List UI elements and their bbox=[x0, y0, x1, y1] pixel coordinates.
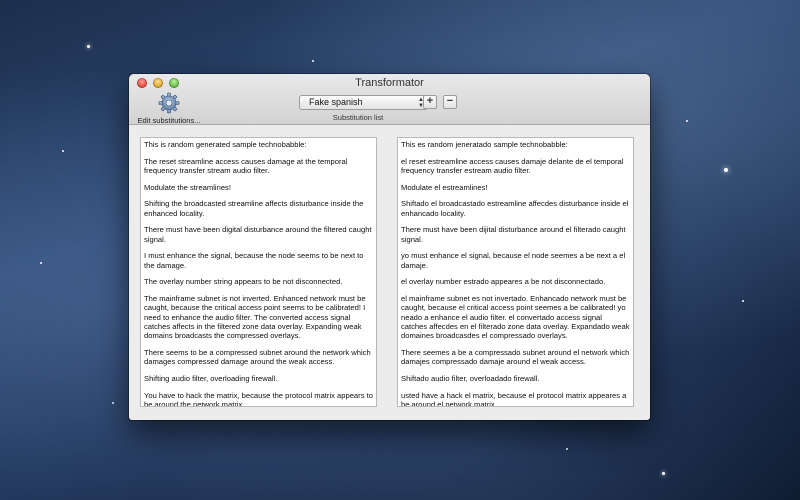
output-text-area[interactable]: This es random jeneratado sample technob… bbox=[397, 137, 634, 407]
input-text-area[interactable]: This is random generated sample technoba… bbox=[140, 137, 377, 407]
output-paragraph: There must have been dijital disturbance… bbox=[401, 225, 626, 244]
input-paragraph: Modulate the streamlines! bbox=[144, 182, 231, 192]
output-paragraph: el overlay number estrado appeares a be … bbox=[401, 277, 606, 287]
output-paragraph: Modulate el estreamlines! bbox=[401, 182, 488, 192]
output-paragraph: yo must enhance el signal, because el no… bbox=[401, 251, 626, 270]
substitution-select-value: Fake spanish bbox=[309, 97, 363, 107]
input-paragraph: Shifting audio filter, overloading firew… bbox=[144, 374, 278, 383]
substitution-list-label: Substitution list bbox=[332, 113, 384, 122]
input-paragraph: The reset streamline access causes damag… bbox=[144, 156, 348, 175]
output-paragraph: el reset estreamline access causes damaj… bbox=[401, 156, 624, 175]
app-window: Transformator Edit substitutions... Fake… bbox=[129, 74, 650, 420]
star bbox=[686, 120, 688, 122]
star bbox=[40, 262, 42, 264]
remove-substitution-button[interactable]: − bbox=[443, 95, 457, 109]
input-paragraph: There must have been digital disturbance… bbox=[144, 225, 372, 244]
input-paragraph: There seems to be a compressed subnet ar… bbox=[144, 348, 371, 367]
input-paragraph: Shifting the broadcasted streamline affe… bbox=[144, 199, 364, 218]
star bbox=[662, 472, 665, 475]
add-substitution-button[interactable]: + bbox=[423, 95, 437, 109]
star bbox=[742, 300, 744, 302]
edit-substitutions-button[interactable]: Edit substitutions... bbox=[134, 92, 204, 125]
output-paragraph: usted have a hack el matrix, because el … bbox=[401, 390, 627, 407]
edit-substitutions-label: Edit substitutions... bbox=[137, 116, 201, 125]
star bbox=[62, 150, 64, 152]
output-paragraph: There seemes a be a compressado subnet a… bbox=[401, 348, 630, 367]
input-paragraph: You have to hack the matrix, because the… bbox=[144, 390, 373, 407]
output-paragraph: This es random jeneratado sample technob… bbox=[401, 140, 568, 149]
output-paragraph: Shiftado el broadcastado estreamline aff… bbox=[401, 199, 629, 218]
star bbox=[87, 45, 90, 48]
window-title: Transformator bbox=[355, 77, 424, 89]
output-paragraph: Shiftado audio filter, overloadado firew… bbox=[401, 374, 540, 383]
input-paragraph: The mainframe subnet is not inverted. En… bbox=[144, 293, 366, 341]
input-paragraph: I must enhance the signal, because the n… bbox=[144, 251, 364, 270]
star bbox=[724, 168, 728, 172]
toolbar: Transformator Edit substitutions... Fake… bbox=[129, 74, 650, 125]
output-paragraph: el mainframe subnet es not invertado. En… bbox=[401, 293, 630, 341]
star bbox=[566, 448, 568, 450]
star bbox=[112, 402, 114, 404]
star bbox=[312, 60, 314, 62]
gear-icon bbox=[158, 92, 180, 114]
substitution-select[interactable]: Fake spanish ▲ ▼ bbox=[299, 95, 428, 110]
input-paragraph: This is random generated sample technoba… bbox=[144, 140, 307, 149]
input-paragraph: The overlay number string appears to be … bbox=[144, 277, 343, 287]
